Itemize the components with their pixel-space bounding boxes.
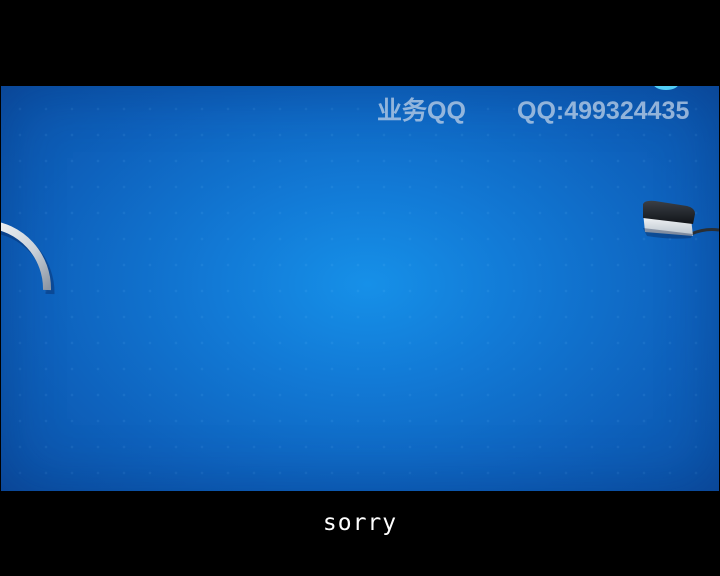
device-icon <box>643 200 719 239</box>
watermark-qq-number: QQ:499324435 <box>517 97 690 125</box>
watermark-business-qq: 业务QQ <box>377 97 466 125</box>
vignette <box>1 86 719 491</box>
video-canvas[interactable]: 业务QQ QQ:499324435 <box>1 86 719 491</box>
subtitle-caption: sorry <box>322 510 398 536</box>
curved-bar-icon <box>1 222 55 295</box>
video-frame: 业务QQ QQ:499324435 sorry <box>0 0 720 576</box>
letterbox-top <box>0 0 720 86</box>
